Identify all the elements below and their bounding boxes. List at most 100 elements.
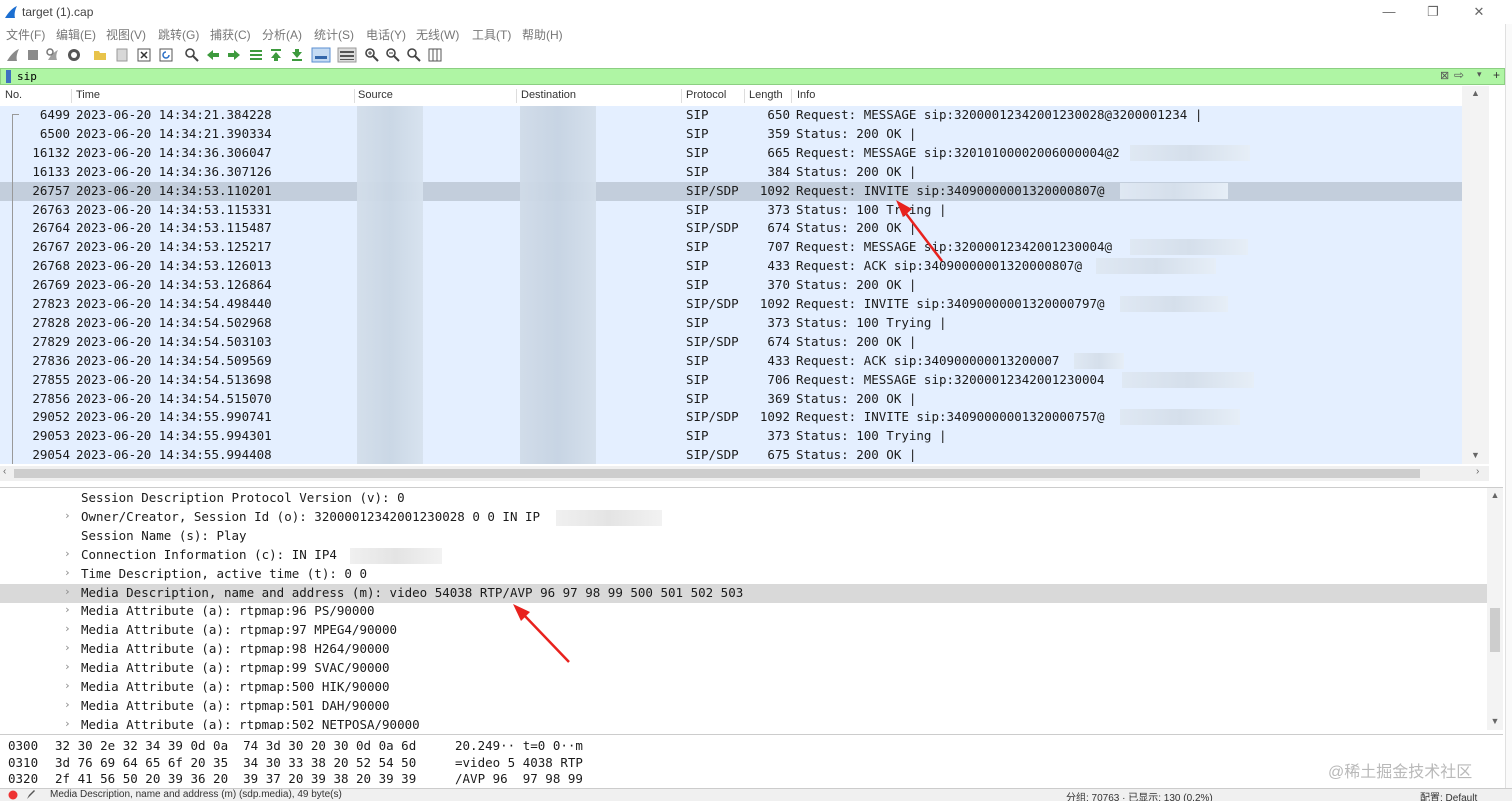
packet-row[interactable]: 6499 2023-06-20 14:34:21.384228 SIP 650 Requ…	[0, 106, 1462, 125]
menu-edit[interactable]: 编辑(E)	[56, 26, 96, 43]
packet-row[interactable]: 26757 2023-06-20 14:34:53.110201 SIP/SDP 10…	[0, 181, 1462, 201]
column-source[interactable]: Source	[358, 89, 517, 103]
detail-row[interactable]: › Media Description, name and address (m)…	[0, 583, 1487, 603]
status-profile[interactable]: 配置: Default	[1420, 789, 1477, 801]
menu-go[interactable]: 跳转(G)	[158, 26, 199, 43]
resize-columns-icon[interactable]	[427, 47, 443, 63]
apply-filter-icon[interactable]: ⇨	[1454, 68, 1464, 82]
scroll-down-icon[interactable]: ▼	[1462, 450, 1489, 460]
packet-row[interactable]: 29054 2023-06-20 14:34:55.994408 SIP/SDP 67…	[0, 446, 1462, 464]
byte-ascii[interactable]: /AVP 96 97 98 99	[455, 771, 583, 786]
display-filter-input[interactable]	[17, 69, 1437, 84]
open-file-icon[interactable]	[92, 47, 108, 63]
details-vertical-scrollbar[interactable]: ▲ ▼	[1487, 488, 1503, 730]
expand-chevron-icon[interactable]: ›	[64, 698, 71, 711]
column-protocol[interactable]: Protocol	[686, 89, 745, 103]
packet-row[interactable]: 27829 2023-06-20 14:34:54.503103 SIP/SDP 67…	[0, 332, 1462, 352]
detail-row[interactable]: Session Description Protocol Version (v)…	[0, 489, 1487, 508]
colorize-icon[interactable]	[337, 47, 357, 63]
zoom-in-icon[interactable]	[364, 47, 380, 63]
expand-chevron-icon[interactable]: ›	[64, 509, 71, 522]
packet-row[interactable]: 26767 2023-06-20 14:34:53.125217 SIP 707 Req…	[0, 238, 1462, 258]
packet-row[interactable]: 27828 2023-06-20 14:34:54.502968 SIP 373 Sta…	[0, 313, 1462, 333]
byte-hex[interactable]: 3d 76 69 64 65 6f 20 35 34 30 33 38 20 5…	[55, 755, 416, 770]
column-time[interactable]: Time	[76, 89, 355, 103]
byte-hex[interactable]: 32 30 2e 32 34 39 0d 0a 74 3d 30 20 30 0…	[55, 738, 416, 753]
menu-file[interactable]: 文件(F)	[6, 26, 45, 43]
zoom-out-icon[interactable]	[385, 47, 401, 63]
save-file-icon[interactable]	[114, 47, 130, 63]
column-length[interactable]: Length	[749, 89, 792, 103]
restart-capture-icon[interactable]	[45, 47, 61, 63]
menu-wireless[interactable]: 无线(W)	[416, 26, 459, 43]
packet-row[interactable]: 26769 2023-06-20 14:34:53.126864 SIP 370 Sta…	[0, 276, 1462, 296]
add-filter-button-icon[interactable]: +	[1493, 68, 1500, 82]
scroll-left-icon[interactable]: ‹	[3, 466, 6, 477]
column-info[interactable]: Info	[797, 89, 815, 103]
packet-row[interactable]: 16132 2023-06-20 14:34:36.306047 SIP 665 Req…	[0, 143, 1462, 163]
expert-info-icon[interactable]	[8, 790, 18, 800]
packet-list-horizontal-scrollbar[interactable]: ‹ ›	[0, 466, 1489, 481]
detail-row[interactable]: › Media Attribute (a): rtpmap:99 SVAC/900…	[0, 659, 1487, 678]
start-capture-icon[interactable]	[5, 47, 21, 63]
clear-filter-icon[interactable]: ⊠	[1440, 69, 1449, 82]
menu-telephony[interactable]: 电话(Y)	[366, 26, 406, 43]
auto-scroll-icon[interactable]	[311, 47, 331, 63]
expand-chevron-icon[interactable]: ›	[64, 547, 71, 560]
minimize-button[interactable]: —	[1374, 2, 1404, 22]
find-packet-icon[interactable]	[184, 47, 200, 63]
scroll-up-icon[interactable]: ▲	[1462, 88, 1489, 98]
scroll-right-icon[interactable]: ›	[1476, 466, 1479, 477]
filter-dropdown-icon[interactable]: ▾	[1477, 69, 1482, 80]
packet-row[interactable]: 27855 2023-06-20 14:34:54.513698 SIP 706 Req…	[0, 370, 1462, 390]
byte-ascii[interactable]: =video 5 4038 RTP	[455, 755, 583, 770]
close-file-icon[interactable]	[136, 47, 152, 63]
detail-row[interactable]: › Media Attribute (a): rtpmap:500 HIK/900…	[0, 678, 1487, 697]
expand-chevron-icon[interactable]: ›	[64, 585, 71, 598]
packet-row[interactable]: 27836 2023-06-20 14:34:54.509569 SIP 433 Req…	[0, 351, 1462, 371]
last-packet-icon[interactable]	[289, 47, 305, 63]
menu-view[interactable]: 视图(V)	[106, 26, 146, 43]
details-scroll-thumb[interactable]	[1490, 608, 1500, 652]
column-destination[interactable]: Destination	[521, 89, 682, 103]
packet-row[interactable]: 29053 2023-06-20 14:34:55.994301 SIP 373 Sta…	[0, 427, 1462, 447]
packet-row[interactable]: 26764 2023-06-20 14:34:53.115487 SIP/SDP 67…	[0, 219, 1462, 239]
reload-file-icon[interactable]	[158, 47, 174, 63]
expand-chevron-icon[interactable]: ›	[64, 603, 71, 616]
menu-tools[interactable]: 工具(T)	[472, 26, 511, 43]
packet-row[interactable]: 29052 2023-06-20 14:34:55.990741 SIP/SDP 10…	[0, 408, 1462, 428]
expand-chevron-icon[interactable]: ›	[64, 641, 71, 654]
detail-row[interactable]: › Time Description, active time (t): 0 0	[0, 565, 1487, 584]
detail-row[interactable]: › Media Attribute (a): rtpmap:502 NETPOSA…	[0, 716, 1487, 730]
go-to-packet-icon[interactable]	[248, 47, 264, 63]
details-scroll-down-icon[interactable]: ▼	[1487, 716, 1503, 726]
packet-row[interactable]: 27856 2023-06-20 14:34:54.515070 SIP 369 Sta…	[0, 389, 1462, 409]
detail-row[interactable]: › Media Attribute (a): rtpmap:97 MPEG4/90…	[0, 621, 1487, 640]
capture-options-icon[interactable]	[66, 47, 82, 63]
detail-row[interactable]: › Media Attribute (a): rtpmap:501 DAH/900…	[0, 697, 1487, 716]
go-back-icon[interactable]	[205, 47, 221, 63]
packet-row[interactable]: 16133 2023-06-20 14:34:36.307126 SIP 384 Sta…	[0, 162, 1462, 182]
menu-help[interactable]: 帮助(H)	[522, 26, 563, 43]
close-button[interactable]: ✕	[1464, 2, 1494, 22]
detail-row[interactable]: › Media Attribute (a): rtpmap:98 H264/900…	[0, 640, 1487, 659]
detail-row[interactable]: Session Name (s): Play	[0, 527, 1487, 546]
menu-analyze[interactable]: 分析(A)	[262, 26, 302, 43]
packet-row[interactable]: 27823 2023-06-20 14:34:54.498440 SIP/SDP 10…	[0, 295, 1462, 314]
details-scroll-up-icon[interactable]: ▲	[1487, 490, 1503, 500]
byte-ascii[interactable]: 20.249·· t=0 0··m	[455, 738, 583, 753]
go-forward-icon[interactable]	[226, 47, 242, 63]
expand-chevron-icon[interactable]: ›	[64, 679, 71, 692]
bookmark-icon[interactable]	[4, 70, 14, 83]
menu-statistics[interactable]: 统计(S)	[314, 26, 354, 43]
detail-row[interactable]: › Owner/Creator, Session Id (o): 32000012…	[0, 508, 1487, 527]
first-packet-icon[interactable]	[268, 47, 284, 63]
restore-button[interactable]: ❐	[1418, 2, 1448, 22]
expand-chevron-icon[interactable]: ›	[64, 660, 71, 673]
column-no[interactable]: No.	[5, 89, 72, 103]
expand-chevron-icon[interactable]: ›	[64, 717, 71, 730]
byte-hex[interactable]: 2f 41 56 50 20 39 36 20 39 37 20 39 38 2…	[55, 771, 416, 786]
edit-comment-icon[interactable]	[26, 789, 36, 800]
packet-list-vertical-scrollbar[interactable]: ▲ ▼	[1462, 86, 1489, 464]
packet-row[interactable]: 6500 2023-06-20 14:34:21.390334 SIP 359 Stat…	[0, 124, 1462, 144]
